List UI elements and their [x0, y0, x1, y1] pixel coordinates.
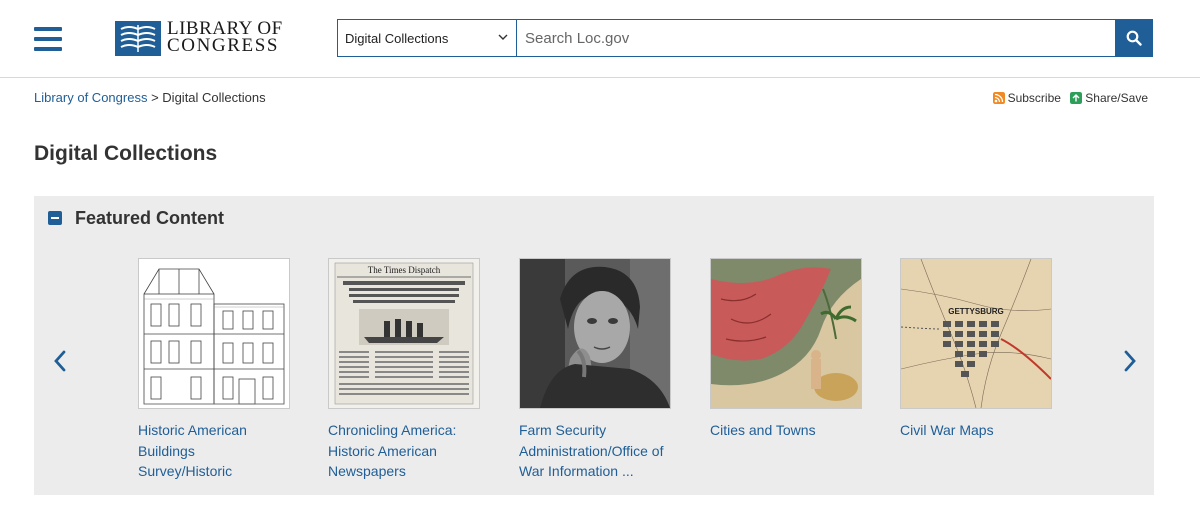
featured-item[interactable]: GETTYSBURG Civil War Maps — [900, 258, 1052, 441]
chevron-down-icon — [498, 34, 508, 40]
featured-item-title[interactable]: Farm Security Administration/Office of W… — [519, 420, 671, 482]
featured-item-title[interactable]: Historic American Buildings Survey/Histo… — [138, 420, 290, 482]
subscribe-label: Subscribe — [1007, 91, 1061, 105]
newspaper-masthead: The Times Dispatch — [368, 265, 441, 275]
collapse-icon[interactable] — [48, 211, 62, 225]
featured-content-title: Featured Content — [75, 208, 225, 228]
featured-item-title[interactable]: Civil War Maps — [900, 420, 1052, 441]
chevron-left-icon[interactable] — [50, 348, 70, 374]
search-button[interactable] — [1115, 19, 1153, 57]
menu-icon[interactable] — [34, 27, 62, 51]
breadcrumb: Library of Congress > Digital Collection… — [34, 90, 266, 105]
building-drawing-icon — [139, 259, 289, 408]
logo-book-icon — [115, 21, 161, 56]
rss-icon — [992, 92, 1005, 104]
featured-item-title[interactable]: Chronicling America: Historic American N… — [328, 420, 480, 482]
featured-content-panel: Featured Content Historic American Build… — [34, 196, 1154, 495]
share-save-label: Share/Save — [1085, 91, 1148, 105]
loc-logo[interactable]: LIBRARY OF CONGRESS — [115, 19, 285, 57]
breadcrumb-current: Digital Collections — [162, 90, 266, 105]
search-scope-select[interactable]: Digital Collections — [337, 19, 517, 57]
page-tools: Subscribe Share/Save — [987, 91, 1148, 107]
newspaper-icon: The Times Dispatch — [329, 259, 479, 408]
chevron-right-icon[interactable] — [1120, 348, 1140, 374]
page-title: Digital Collections — [34, 142, 218, 165]
subscribe-link[interactable]: Subscribe — [992, 91, 1061, 105]
share-save-link[interactable]: Share/Save — [1070, 91, 1148, 105]
logo-text: LIBRARY OF CONGRESS — [167, 19, 283, 56]
breadcrumb-home-link[interactable]: Library of Congress — [34, 90, 147, 105]
featured-thumbnail — [138, 258, 290, 409]
search-bar: Digital Collections — [337, 19, 1153, 57]
portrait-photo-icon — [520, 259, 670, 408]
featured-item[interactable]: Historic American Buildings Survey/Histo… — [138, 258, 290, 482]
featured-item[interactable]: Cities and Towns — [710, 258, 862, 441]
featured-item[interactable]: The Times Dispatch Chronicling America: … — [328, 258, 480, 482]
colored-map-icon — [711, 259, 861, 408]
featured-thumbnail — [710, 258, 862, 409]
logo-line-2: CONGRESS — [167, 35, 280, 56]
breadcrumb-separator: > — [151, 90, 159, 105]
share-icon — [1070, 92, 1083, 104]
search-scope-label: Digital Collections — [345, 31, 449, 46]
featured-thumbnail: GETTYSBURG — [900, 258, 1052, 409]
map-town-label: GETTYSBURG — [948, 307, 1004, 316]
featured-item[interactable]: Farm Security Administration/Office of W… — [519, 258, 671, 482]
search-input[interactable] — [516, 19, 1116, 57]
search-icon — [1126, 30, 1142, 46]
featured-item-title[interactable]: Cities and Towns — [710, 420, 862, 441]
featured-thumbnail — [519, 258, 671, 409]
site-header: LIBRARY OF CONGRESS Digital Collections — [0, 0, 1200, 78]
featured-thumbnail: The Times Dispatch — [328, 258, 480, 409]
town-map-icon: GETTYSBURG — [901, 259, 1051, 408]
